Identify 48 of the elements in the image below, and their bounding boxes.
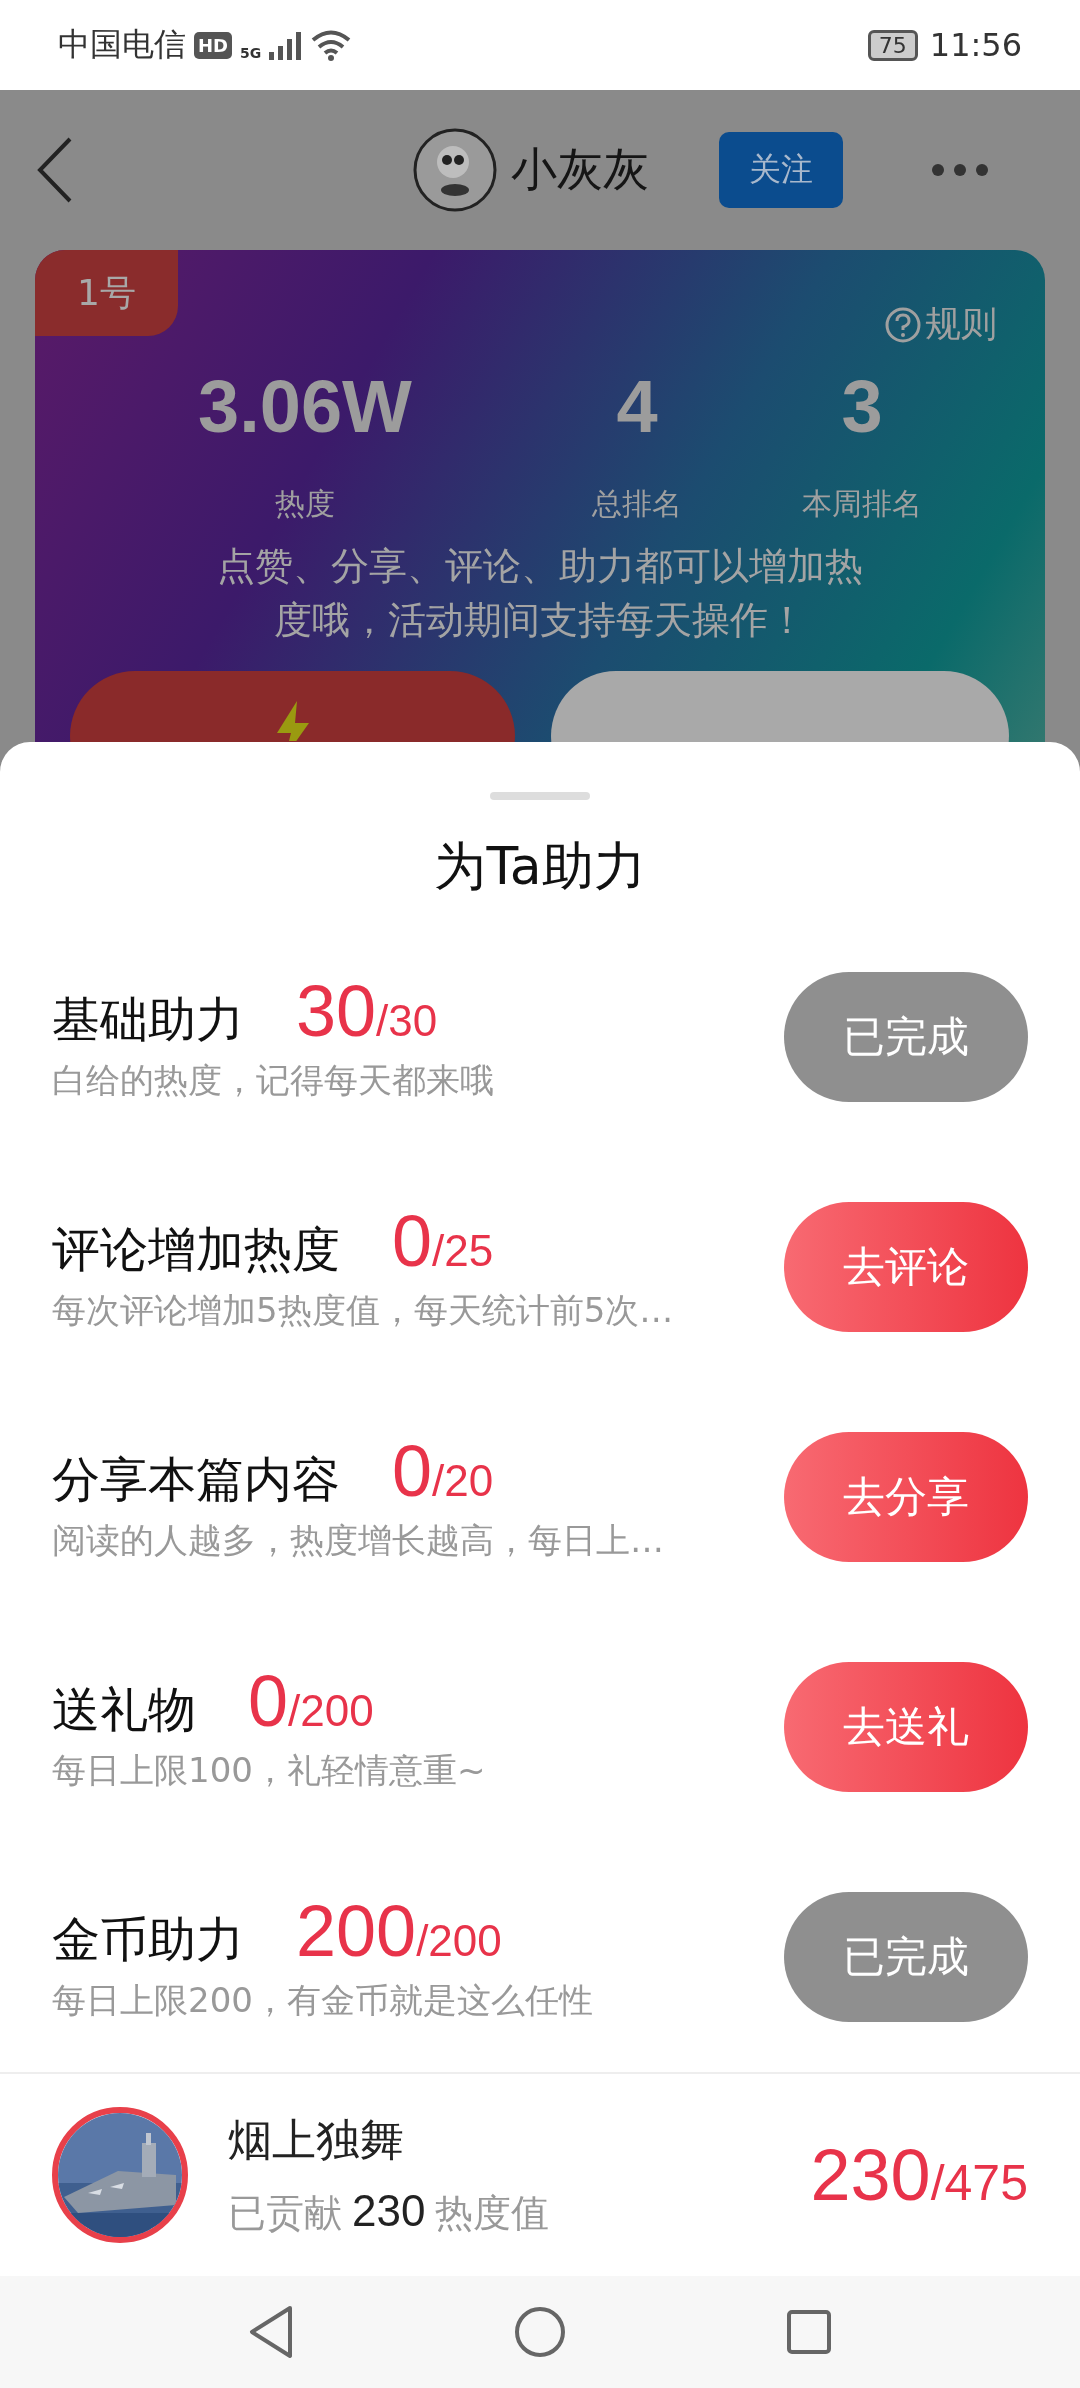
task-button[interactable]: 去送礼 (784, 1661, 1028, 1792)
follow-button[interactable]: 关注 (719, 132, 843, 208)
more-icon[interactable] (931, 163, 989, 177)
stat-value: 3.06W (198, 370, 412, 444)
stat-label: 本周排名 (802, 485, 922, 523)
task-button[interactable]: 已完成 (784, 1891, 1028, 2022)
stat-label: 热度 (275, 485, 335, 523)
contributor-name: 烟上独舞 (228, 2112, 405, 2167)
card-description: 点赞、分享、评论、助力都可以增加热度哦，活动期间支持每天操作！ (216, 543, 864, 644)
carrier-name: 中国电信 (58, 24, 186, 65)
wifi-icon (311, 29, 352, 61)
lightning-icon (276, 701, 309, 741)
drag-handle[interactable] (490, 792, 590, 800)
contribution-amount: 230 (352, 2185, 426, 2236)
task-button[interactable]: 去分享 (784, 1431, 1028, 1562)
network-type: 5G (240, 45, 262, 61)
stat-label: 总排名 (592, 485, 682, 523)
task-name: 送礼物 (52, 1679, 196, 1739)
signal-icon (269, 30, 304, 60)
task-name: 评论增加热度 (52, 1219, 340, 1279)
stat-value: 4 (616, 370, 658, 444)
contribution-unit: 热度值 (435, 2189, 550, 2237)
sheet-title: 为Ta助力 (434, 834, 646, 898)
task-name: 分享本篇内容 (52, 1449, 340, 1509)
task-description: 白给的热度，记得每天都来哦 (52, 1058, 494, 1102)
task-name: 基础助力 (52, 989, 244, 1049)
rules-link[interactable]: 规则 (925, 300, 997, 349)
username: 小灰灰 (511, 141, 649, 198)
task-name: 金币助力 (52, 1909, 244, 1969)
help-icon[interactable] (885, 306, 921, 343)
back-icon[interactable] (37, 137, 73, 203)
task-description: 每日上限100，礼轻情意重~ (52, 1748, 486, 1792)
task-button[interactable]: 去评论 (784, 1201, 1028, 1332)
back-icon[interactable] (248, 2304, 294, 2359)
recents-icon[interactable] (786, 2308, 832, 2355)
task-description: 阅读的人越多，热度增长越高，每日上… (52, 1518, 664, 1562)
home-icon[interactable] (514, 2305, 566, 2358)
stat-value: 3 (841, 370, 883, 444)
rank-badge: 1号 (35, 250, 178, 336)
battery-level: 75 (867, 29, 918, 61)
hd-badge: HD (194, 31, 232, 59)
contribution-total: 230/475 (810, 2133, 1028, 2216)
clock-time: 11:56 (929, 26, 1022, 64)
avatar-icon[interactable] (413, 128, 497, 212)
task-button[interactable]: 已完成 (784, 971, 1028, 1102)
task-description: 每日上限200，有金币就是这么任性 (52, 1978, 593, 2022)
contribution-label: 已贡献 (228, 2189, 342, 2237)
task-description: 每次评论增加5热度值，每天统计前5次… (52, 1288, 674, 1332)
